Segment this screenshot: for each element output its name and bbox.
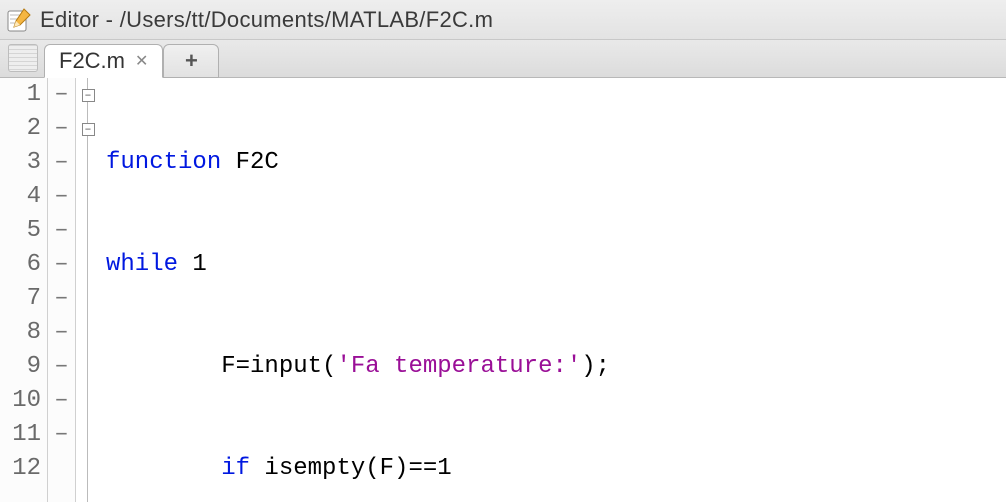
line-number-gutter: 1 2 3 4 5 6 7 8 9 10 11 12 xyxy=(0,78,48,502)
title-bar: Editor - /Users/tt/Documents/MATLAB/F2C.… xyxy=(0,0,1006,40)
bp-marker[interactable]: – xyxy=(48,316,75,350)
line-number: 9 xyxy=(0,350,41,384)
tab-f2c[interactable]: F2C.m ✕ xyxy=(44,44,163,78)
fold-toggle-icon[interactable]: – xyxy=(82,89,95,102)
line-number: 11 xyxy=(0,418,41,452)
bp-marker[interactable]: – xyxy=(48,418,75,452)
bp-marker[interactable]: – xyxy=(48,214,75,248)
line-number: 12 xyxy=(0,452,41,486)
bp-marker[interactable]: – xyxy=(48,350,75,384)
code-area[interactable]: function F2C while 1 F=input('Fa tempera… xyxy=(100,78,1006,502)
breakpoint-gutter[interactable]: – – – – – – – – – – – xyxy=(48,78,76,502)
fold-gutter[interactable]: – – xyxy=(76,78,100,502)
window-title: Editor - /Users/tt/Documents/MATLAB/F2C.… xyxy=(40,7,493,33)
fold-toggle-icon[interactable]: – xyxy=(82,123,95,136)
line-number: 8 xyxy=(0,316,41,350)
editor-area[interactable]: 1 2 3 4 5 6 7 8 9 10 11 12 – – – – – – –… xyxy=(0,78,1006,502)
line-number: 5 xyxy=(0,214,41,248)
bp-marker[interactable]: – xyxy=(48,248,75,282)
bp-marker[interactable]: – xyxy=(48,180,75,214)
line-number: 6 xyxy=(0,248,41,282)
code-line[interactable]: F=input('Fa temperature:'); xyxy=(106,350,1006,384)
close-icon[interactable]: ✕ xyxy=(135,51,148,71)
bp-marker[interactable]: – xyxy=(48,78,75,112)
line-number: 4 xyxy=(0,180,41,214)
add-tab-button[interactable]: + xyxy=(163,44,219,78)
code-line[interactable]: function F2C xyxy=(106,146,1006,180)
bp-marker[interactable]: – xyxy=(48,112,75,146)
tab-label: F2C.m xyxy=(59,48,125,74)
bp-marker[interactable]: – xyxy=(48,146,75,180)
tab-strip: F2C.m ✕ + xyxy=(0,40,1006,78)
line-number: 1 xyxy=(0,78,41,112)
bp-marker[interactable]: – xyxy=(48,384,75,418)
code-line[interactable]: while 1 xyxy=(106,248,1006,282)
bp-marker[interactable]: – xyxy=(48,282,75,316)
line-number: 10 xyxy=(0,384,41,418)
line-number: 2 xyxy=(0,112,41,146)
editor-app-icon xyxy=(6,7,32,33)
code-line[interactable]: if isempty(F)==1 xyxy=(106,452,1006,486)
line-number: 7 xyxy=(0,282,41,316)
tab-drag-handle[interactable] xyxy=(8,44,38,72)
line-number: 3 xyxy=(0,146,41,180)
plus-icon: + xyxy=(185,48,198,74)
